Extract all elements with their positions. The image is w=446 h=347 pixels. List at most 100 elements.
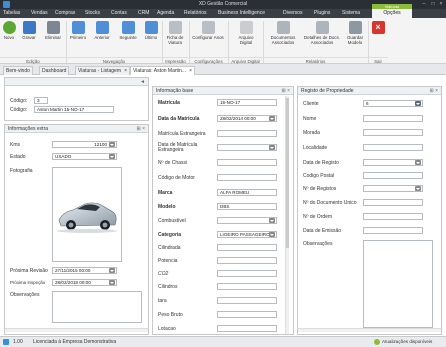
horizontal-scrollbar[interactable] — [5, 328, 148, 332]
data-registo-field[interactable] — [363, 159, 423, 166]
tara-field[interactable] — [217, 297, 277, 304]
menu-plugins[interactable]: Plugins — [314, 9, 330, 18]
vertical-scrollbar[interactable] — [285, 96, 289, 334]
pin-icon[interactable]: ⊞ × — [430, 87, 439, 95]
morada-field[interactable] — [363, 129, 423, 136]
menu-tabelas[interactable]: Tabelas — [3, 9, 20, 18]
dropdown-icon[interactable] — [269, 218, 275, 223]
kms-field[interactable]: 12100 — [52, 141, 117, 148]
gravar-button[interactable]: Gravar — [19, 21, 39, 40]
calendar-dropdown-icon[interactable] — [109, 268, 115, 273]
sair-button[interactable]: × — [371, 21, 385, 35]
guardar-modelo-button[interactable]: Guardar Modelo — [344, 21, 366, 45]
modelo-field[interactable]: DBS — [217, 203, 277, 210]
tab-viatura-aston-martin[interactable]: Viaturas: Aston Martin... × — [130, 66, 195, 75]
tab-dashboard[interactable]: Dashboard — [39, 66, 70, 75]
eliminar-button[interactable]: Eliminar — [42, 21, 64, 40]
cilindrada-field[interactable] — [217, 244, 277, 251]
menu-relatorios[interactable]: Relatórios — [184, 9, 207, 18]
novo-button[interactable]: Novo — [2, 21, 16, 40]
localidade-field[interactable] — [363, 144, 423, 151]
ficha-viatura-button[interactable]: Ficha de Viatura — [163, 21, 187, 45]
lotacao-field[interactable] — [217, 325, 277, 332]
arquivo-digital-button[interactable]: Arquivo Digital — [232, 21, 260, 45]
seguinte-button[interactable]: Seguinte — [116, 21, 140, 40]
n-ordem-field[interactable] — [363, 213, 423, 220]
dropdown-icon[interactable] — [109, 142, 115, 147]
pin-icon[interactable]: ⊞ × — [137, 125, 146, 133]
data-matricula-label: Data da Matrícula — [158, 116, 200, 122]
proxima-revisao-field[interactable]: 27/11/2015 00:00 — [52, 267, 117, 274]
cliente-field[interactable]: 6 — [363, 100, 423, 107]
primeiro-button[interactable]: Primeiro — [68, 21, 88, 40]
dropdown-icon[interactable] — [109, 154, 115, 159]
anterior-button[interactable]: Anterior — [90, 21, 114, 40]
calendar-dropdown-icon[interactable] — [109, 280, 115, 285]
marca-field[interactable]: ALFA ROMEU — [217, 189, 277, 196]
codigo-field[interactable]: 3 — [34, 97, 48, 104]
detalhes-docs-associados-button[interactable]: Detalhes de Docs. Associados — [302, 21, 342, 45]
n-registos-field[interactable] — [363, 185, 423, 192]
menu-contas[interactable]: Contas — [111, 9, 127, 18]
close-tab-icon[interactable]: × — [124, 67, 127, 76]
data-matricula-field[interactable]: 28/02/2014 00:00 — [217, 115, 277, 122]
configurar-anos-button[interactable]: Configurar Anos — [192, 21, 224, 40]
menu-diversos[interactable]: Diversos — [283, 9, 302, 18]
maximize-button[interactable]: □ — [429, 1, 437, 7]
matricula-field[interactable]: 15-NO-17 — [217, 99, 277, 106]
documentos-associados-button[interactable]: Documentos Associados — [266, 21, 300, 45]
ultimo-button[interactable]: Último — [142, 21, 160, 40]
calendar-dropdown-icon[interactable] — [269, 116, 275, 121]
peso-bruto-field[interactable] — [217, 311, 277, 318]
codigo-postal-field[interactable] — [363, 172, 423, 179]
data-matricula-estrangeira-field[interactable] — [217, 144, 277, 151]
search-icon[interactable] — [415, 101, 421, 106]
horizontal-scrollbar[interactable] — [298, 328, 441, 332]
potencia-field[interactable] — [217, 257, 277, 264]
calendar-dropdown-icon[interactable] — [415, 160, 421, 165]
dropdown-icon[interactable] — [269, 232, 275, 237]
categoria-select[interactable]: LIGEIRO PASSAGEIROS — [217, 231, 277, 238]
chassi-field[interactable] — [217, 159, 277, 166]
estado-select[interactable]: USADO — [52, 153, 117, 160]
menu-vendas[interactable]: Vendas — [31, 9, 48, 18]
menu-agenda[interactable]: Agenda — [157, 9, 174, 18]
menu-compras[interactable]: Compras — [55, 9, 75, 18]
co2-label: CO2 — [158, 271, 169, 277]
menu-sistema[interactable]: Sistema — [342, 9, 360, 18]
proxima-inspecao-field[interactable]: 28/02/2018 00:00 — [52, 279, 117, 286]
codigo-motor-field[interactable] — [217, 174, 277, 181]
observacoes-textarea[interactable] — [52, 291, 142, 323]
updates-link[interactable]: Atualizações disponíveis — [382, 339, 432, 344]
descricao-field[interactable]: Aston Martin 15-NO-17 — [34, 106, 114, 113]
version-label: 1.00 — [13, 339, 23, 345]
nome-field[interactable] — [363, 115, 423, 122]
data-emissao-field[interactable] — [363, 227, 423, 234]
menu-opcoes-tab[interactable]: Opções — [372, 9, 412, 18]
vehicle-photo[interactable] — [52, 167, 122, 262]
tab-bem-vindo[interactable]: Bem-vindo — [3, 66, 33, 75]
combustivel-select[interactable] — [217, 217, 277, 224]
scrollbar-thumb[interactable] — [286, 98, 289, 248]
menu-stocks[interactable]: Stocks — [85, 9, 100, 18]
n-documento-unico-field[interactable] — [363, 199, 423, 206]
cilindros-field[interactable] — [217, 283, 277, 290]
dropdown-icon[interactable] — [415, 186, 421, 191]
tab-viaturas-listagem[interactable]: Viaturas - Listagem × — [75, 66, 130, 75]
co2-field[interactable] — [217, 270, 277, 277]
close-window-button[interactable]: × — [437, 1, 445, 7]
pin-icon[interactable]: ⊞ × — [282, 87, 291, 95]
combustivel-label: Combustível — [158, 218, 186, 224]
calendar-dropdown-icon[interactable] — [269, 145, 275, 150]
close-tab-icon[interactable]: × — [189, 67, 192, 76]
menu-bar: Tabelas Vendas Compras Stocks Contas CRM… — [0, 4, 446, 18]
panel-header: Registo de Propriedade ⊞ × — [298, 87, 441, 95]
pin-icon[interactable]: ◄ — [140, 78, 145, 86]
menu-crm[interactable]: CRM — [138, 9, 149, 18]
matricula-estrangeira-field[interactable] — [217, 130, 277, 137]
menu-business-intelligence[interactable]: Business Intelligence — [218, 9, 265, 18]
n-registos-label: Nº de Registos — [303, 186, 337, 192]
observacoes-textarea[interactable] — [363, 240, 433, 328]
data-matricula-estrangeira-label: Data de Matrícula Estrangeira — [158, 142, 198, 153]
minimize-button[interactable]: – — [420, 1, 428, 7]
